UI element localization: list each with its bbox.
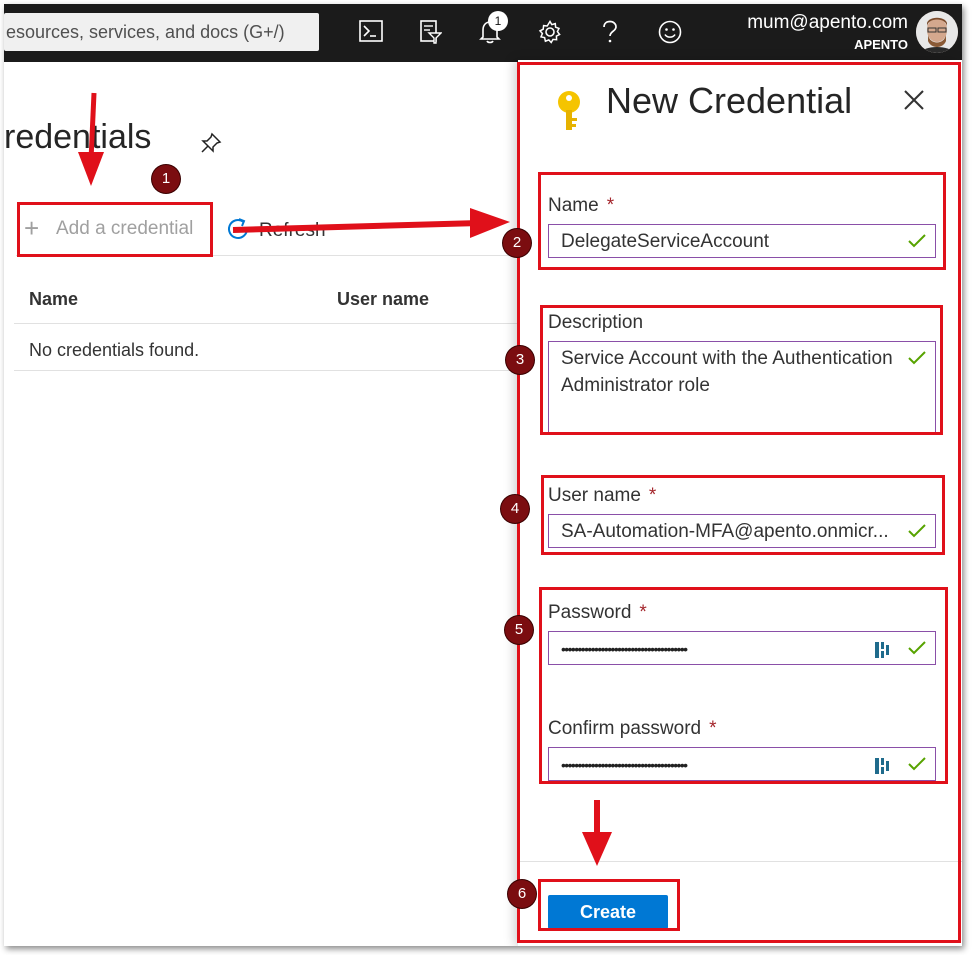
step-marker-5: 5 [505, 616, 533, 644]
step-marker-6: 6 [508, 880, 536, 908]
step-marker-4: 4 [501, 495, 529, 523]
step-marker-1: 1 [152, 165, 180, 193]
step-marker-2: 2 [503, 229, 531, 257]
step-marker-3: 3 [506, 346, 534, 374]
annotation-arrows [78, 92, 612, 866]
